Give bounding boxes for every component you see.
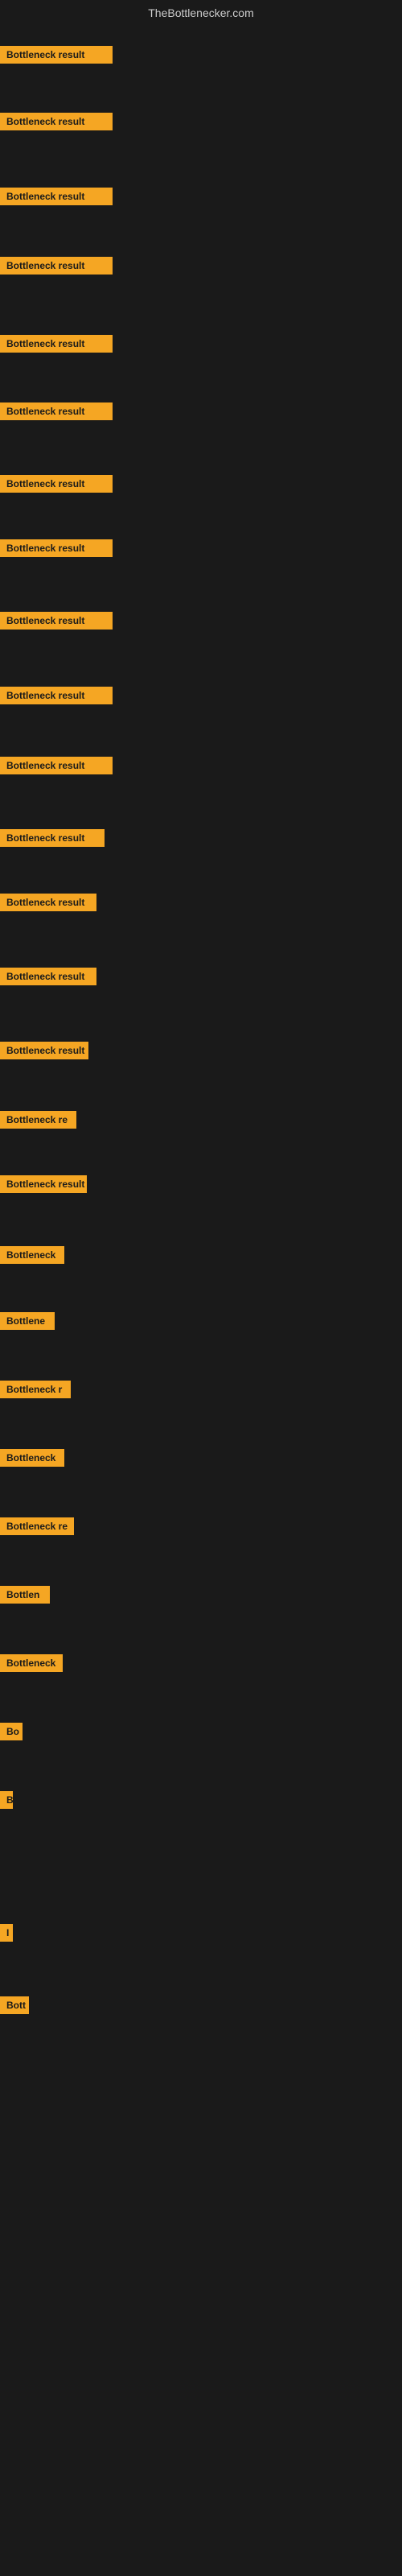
bottleneck-badge[interactable]: Bottleneck result [0, 612, 113, 630]
bottleneck-result-item: Bottlene [0, 1312, 55, 1330]
bottleneck-badge[interactable]: Bottleneck [0, 1654, 63, 1672]
bottleneck-badge[interactable]: Bottleneck result [0, 257, 113, 275]
bottleneck-badge[interactable]: I [0, 1924, 13, 1942]
bottleneck-result-item: Bottleneck re [0, 1517, 74, 1535]
bottleneck-badge[interactable]: B [0, 1791, 13, 1809]
bottleneck-badge[interactable]: Bottleneck r [0, 1381, 71, 1398]
bottleneck-badge[interactable]: Bottleneck result [0, 475, 113, 493]
bottleneck-badge[interactable]: Bottleneck result [0, 687, 113, 704]
bottleneck-result-item: Bottlen [0, 1586, 50, 1604]
bottleneck-badge[interactable]: Bottleneck result [0, 894, 96, 911]
bottleneck-badge[interactable]: Bottleneck result [0, 539, 113, 557]
bottleneck-result-item: Bottleneck r [0, 1381, 71, 1398]
bottleneck-result-item: Bottleneck [0, 1449, 64, 1467]
bottleneck-badge[interactable]: Bottlene [0, 1312, 55, 1330]
bottleneck-result-item: Bottleneck result [0, 188, 113, 205]
bottleneck-badge[interactable]: Bottleneck result [0, 757, 113, 774]
bottleneck-badge[interactable]: Bottleneck result [0, 1175, 87, 1193]
bottleneck-result-item: Bott [0, 1996, 29, 2014]
bottleneck-result-item: Bottleneck result [0, 1175, 87, 1193]
bottleneck-badge[interactable]: Bottleneck result [0, 188, 113, 205]
bottleneck-badge[interactable]: Bottleneck re [0, 1517, 74, 1535]
bottleneck-result-item: Bottleneck result [0, 1042, 88, 1059]
bottleneck-result-item: Bottleneck [0, 1654, 63, 1672]
bottleneck-result-item: Bottleneck re [0, 1111, 76, 1129]
bottleneck-result-item: Bottleneck result [0, 335, 113, 353]
bottleneck-result-item: Bottleneck result [0, 402, 113, 420]
bottleneck-result-item: I [0, 1924, 13, 1942]
bottleneck-badge[interactable]: Bottlen [0, 1586, 50, 1604]
bottleneck-badge[interactable]: Bott [0, 1996, 29, 2014]
bottleneck-badge[interactable]: Bottleneck result [0, 829, 105, 847]
bottleneck-badge[interactable]: Bo [0, 1723, 23, 1740]
bottleneck-badge[interactable]: Bottleneck [0, 1449, 64, 1467]
bottleneck-result-item: B [0, 1791, 13, 1809]
bottleneck-result-item: Bottleneck result [0, 829, 105, 847]
bottleneck-badge[interactable]: Bottleneck result [0, 46, 113, 64]
bottleneck-result-item: Bottleneck result [0, 687, 113, 704]
bottleneck-result-item: Bottleneck result [0, 46, 113, 64]
bottleneck-result-item: Bottleneck result [0, 612, 113, 630]
bottleneck-result-item: Bottleneck result [0, 968, 96, 985]
bottleneck-result-item: Bottleneck result [0, 539, 113, 557]
bottleneck-badge[interactable]: Bottleneck result [0, 113, 113, 130]
bottleneck-result-item: Bo [0, 1723, 23, 1740]
bottleneck-result-item: Bottleneck result [0, 757, 113, 774]
bottleneck-badge[interactable]: Bottleneck re [0, 1111, 76, 1129]
bottleneck-badge[interactable]: Bottleneck result [0, 968, 96, 985]
bottleneck-badge[interactable]: Bottleneck result [0, 402, 113, 420]
bottleneck-result-item: Bottleneck result [0, 894, 96, 911]
bottleneck-badge[interactable]: Bottleneck result [0, 1042, 88, 1059]
bottleneck-badge[interactable]: Bottleneck result [0, 335, 113, 353]
site-header: TheBottlenecker.com [0, 0, 402, 23]
bottleneck-result-item: Bottleneck result [0, 257, 113, 275]
bottleneck-result-item: Bottleneck [0, 1246, 64, 1264]
bottleneck-result-item: Bottleneck result [0, 475, 113, 493]
bottleneck-result-item: Bottleneck result [0, 113, 113, 130]
bottleneck-badge[interactable]: Bottleneck [0, 1246, 64, 1264]
